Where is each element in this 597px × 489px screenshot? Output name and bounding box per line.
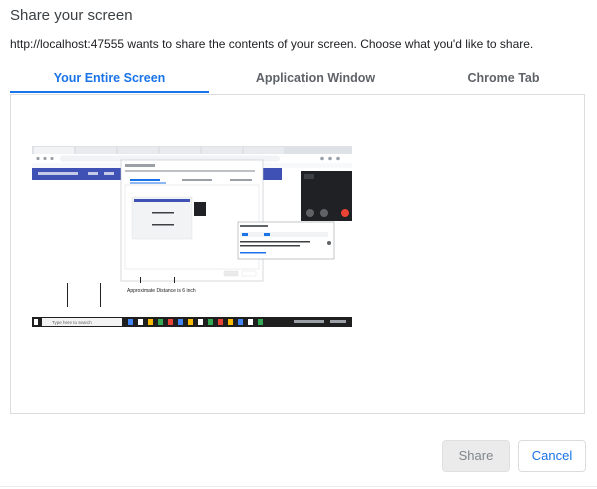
preview-caption: Approximate Distance is 6 inch	[127, 288, 196, 294]
preview-taskbar-search: Type here to search	[52, 320, 92, 325]
source-tabs: Your Entire Screen Application Window Ch…	[10, 66, 587, 94]
tab-entire-screen[interactable]: Your Entire Screen	[10, 66, 209, 94]
footer-divider	[0, 486, 597, 487]
dialog-subtitle: http://localhost:47555 wants to share th…	[10, 37, 534, 51]
tab-application-window[interactable]: Application Window	[216, 66, 415, 94]
screen-preview-image: Approximate Distance is 6 inch Type here…	[32, 146, 352, 327]
dialog-title: Share your screen	[10, 7, 133, 24]
active-tab-indicator	[10, 91, 209, 93]
cancel-button[interactable]: Cancel	[518, 440, 586, 472]
tab-chrome-tab[interactable]: Chrome Tab	[420, 66, 587, 94]
share-button[interactable]: Share	[442, 440, 510, 472]
screen-thumbnail[interactable]: Approximate Distance is 6 inch Type here…	[32, 146, 352, 327]
source-panel: Approximate Distance is 6 inch Type here…	[10, 94, 585, 414]
